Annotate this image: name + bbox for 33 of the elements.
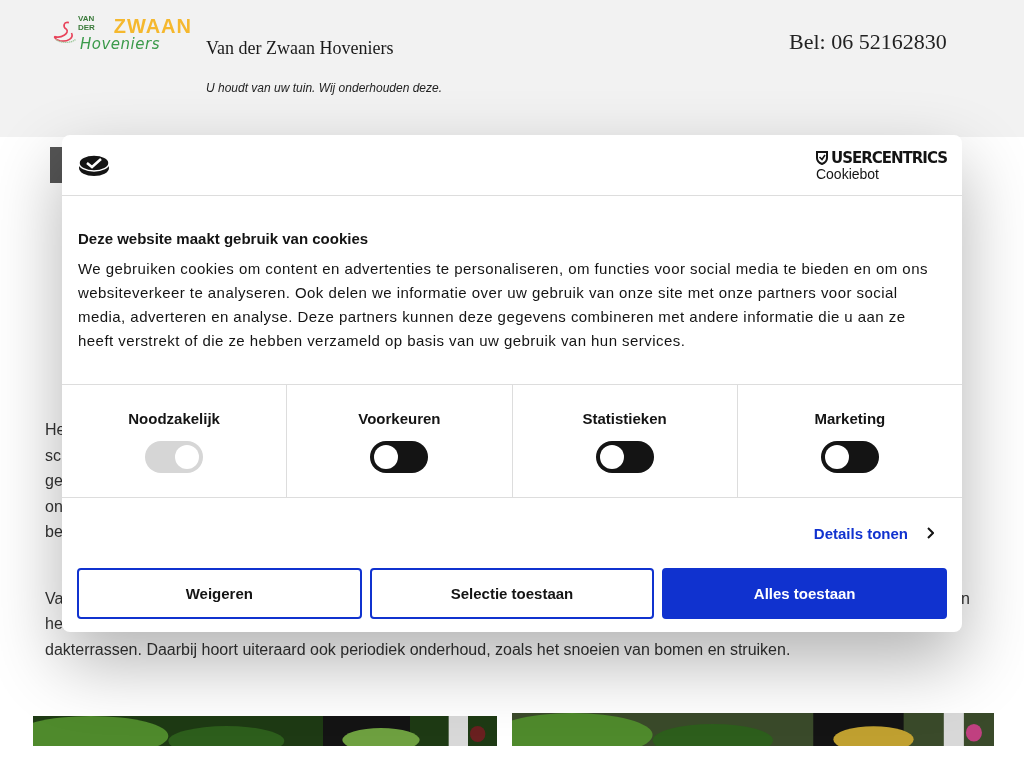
toggle-switch[interactable] xyxy=(820,441,879,473)
paragraph-text: n xyxy=(961,588,970,609)
brand-name: USERCENTRICS xyxy=(830,149,947,167)
logo-text: ZWAAN xyxy=(113,16,192,36)
paragraph-text: sc xyxy=(45,445,61,466)
logo[interactable]: VAN DER ZWAAN Hoveniers xyxy=(52,14,192,53)
category-label: Marketing xyxy=(814,410,886,427)
dialog-title: Deze website maakt gebruik van cookies xyxy=(78,230,370,247)
consent-button[interactable]: Selectie toestaan xyxy=(369,568,655,619)
paragraph-text: dakterrassen. Daarbij hoort uiteraard ook periodiek onderhoud, zoals het snoeien van bomen en struiken. xyxy=(45,639,791,660)
category-label: Statistieken xyxy=(582,410,667,427)
paragraph-text: Va xyxy=(45,588,64,609)
paragraph-text: on xyxy=(45,496,63,517)
chevron-icon xyxy=(926,527,934,539)
paragraph-text: he xyxy=(45,614,63,634)
paragraph-text: be xyxy=(45,522,63,542)
dialog-text: We gebruiken cookies om content en advertenties te personaliseren, om functies voor social media te bieden en om ons websiteverkeer te analyseren. Ook delen we informatie over uw gebruik van onze site met onze partners voor social media, adverteren en analyse. Deze partners kunnen deze gegevens combineren met andere informatie die u aan ze heeft verstrekt of die ze hebben verzameld op basis van uw gebruik van hun services. xyxy=(78,259,929,351)
toggle-switch[interactable] xyxy=(370,441,429,473)
brand-product: Cookiebot xyxy=(815,167,880,181)
details-link[interactable]: Details tonen xyxy=(813,523,934,543)
logo-text: Hoveniers xyxy=(80,36,161,53)
category-label: Noodzakelijk xyxy=(128,410,220,427)
toggle-switch[interactable] xyxy=(595,441,654,473)
paragraph-text: ge xyxy=(45,471,63,491)
shield-icon xyxy=(815,151,828,165)
phone-number: Bel: 06 52162830 xyxy=(789,29,947,55)
tagline: U houdt van uw tuin. Wij onderhouden deze. xyxy=(206,81,444,95)
consent-button[interactable]: Weigeren xyxy=(77,568,362,619)
category-label: Voorkeuren xyxy=(358,410,441,427)
cookie-check-icon xyxy=(78,153,110,177)
consent-button[interactable]: Alles toestaan xyxy=(662,568,947,619)
site-title: Van der Zwaan Hoveniers xyxy=(206,38,395,59)
logo-text: VAN DER xyxy=(78,14,96,32)
